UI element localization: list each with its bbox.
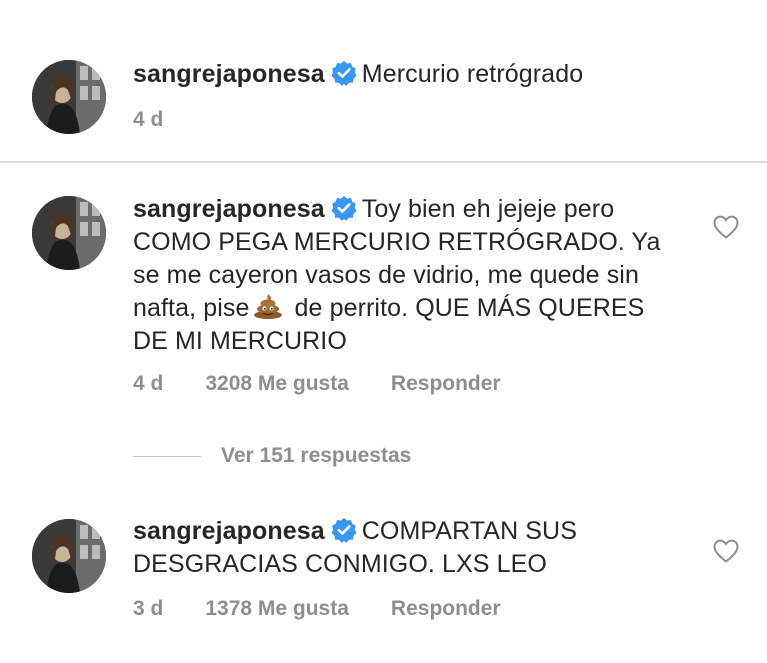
replies-divider-line: [133, 455, 201, 457]
comment-body: sangrejaponesa Toy bien eh jejeje pero CO…: [133, 193, 678, 358]
comment-body: sangrejaponesa Mercurio retrógrado: [133, 58, 678, 91]
avatar[interactable]: [32, 519, 106, 593]
comment-text: Mercurio retrógrado: [361, 60, 584, 88]
comment-meta: 3 d 1378 Me gusta Responder: [133, 597, 501, 621]
pile-of-poo-emoji: [253, 293, 283, 319]
likes-count[interactable]: 1378 Me gusta: [205, 597, 349, 621]
view-replies-label: Ver 151 respuestas: [221, 444, 412, 467]
likes-count[interactable]: 3208 Me gusta: [205, 372, 349, 396]
divider: [0, 161, 767, 163]
comment-username[interactable]: sangrejaponesa: [133, 195, 325, 223]
verified-badge-icon: [331, 517, 357, 543]
verified-badge-icon: [331, 195, 357, 221]
view-replies-button[interactable]: Ver 151 respuestas: [133, 444, 411, 468]
heart-icon[interactable]: [712, 538, 740, 564]
comment-meta: 4 d 3208 Me gusta Responder: [133, 372, 501, 396]
comment-time[interactable]: 4 d: [133, 108, 163, 132]
comment-username[interactable]: sangrejaponesa: [133, 517, 325, 545]
verified-badge-icon: [331, 60, 357, 86]
comment-meta: 4 d: [133, 108, 163, 132]
comment-time[interactable]: 4 d: [133, 372, 163, 396]
comment-time[interactable]: 3 d: [133, 597, 163, 621]
reply-button[interactable]: Responder: [391, 372, 501, 396]
heart-icon[interactable]: [712, 214, 740, 240]
reply-button[interactable]: Responder: [391, 597, 501, 621]
avatar[interactable]: [32, 60, 106, 134]
avatar[interactable]: [32, 196, 106, 270]
comment-body: sangrejaponesa COMPARTAN SUS DESGRACIAS C…: [133, 515, 678, 581]
comment-username[interactable]: sangrejaponesa: [133, 60, 325, 88]
